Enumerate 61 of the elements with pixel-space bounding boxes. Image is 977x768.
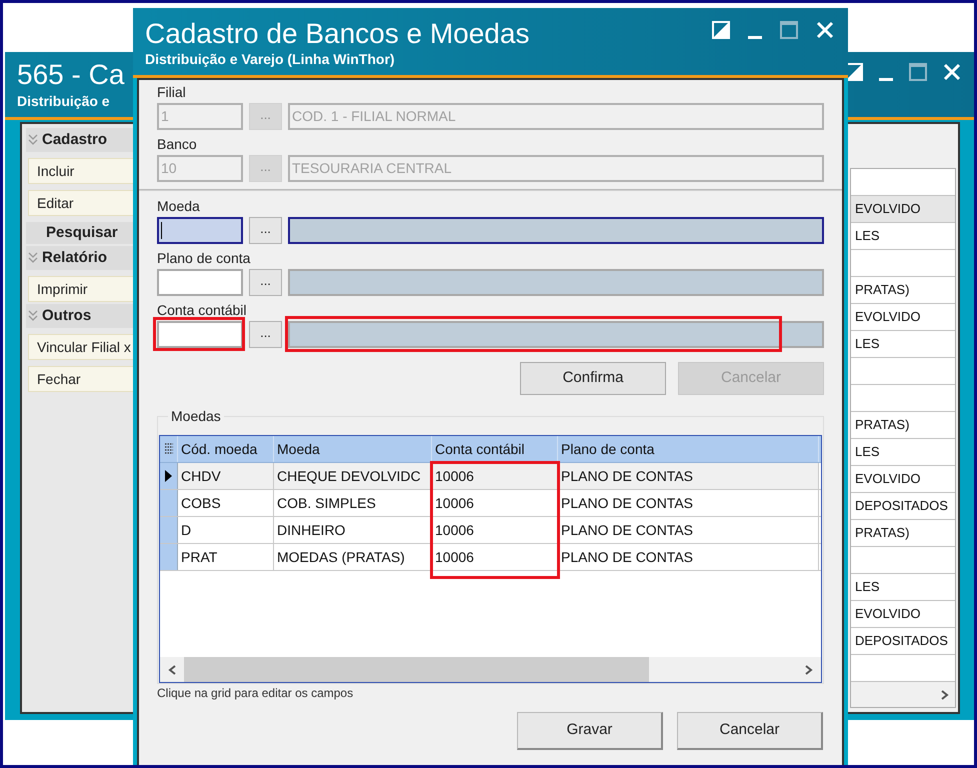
table-cell: CHDV: [178, 463, 274, 489]
grid-cell: EVOLVIDO: [851, 196, 955, 223]
column-header[interactable]: Cód. moeda: [178, 436, 274, 462]
close-icon: [943, 63, 961, 81]
action-button[interactable]: Cancelar: [677, 712, 823, 750]
lookup-button[interactable]: ...: [249, 269, 282, 296]
restore-icon: [845, 63, 863, 81]
input-field[interactable]: [157, 269, 243, 296]
scroll-left-icon: [168, 664, 176, 674]
input-field[interactable]: [157, 217, 243, 244]
column-header[interactable]: Conta contábil: [432, 436, 558, 462]
text-cursor: [161, 222, 162, 239]
field-label: Moeda: [157, 197, 201, 215]
sidebar-item[interactable]: Vincular Filial x: [28, 334, 135, 360]
maximize-icon: [909, 63, 927, 81]
close-icon: [816, 21, 834, 39]
description-field: COD. 1 - FILIAL NORMAL: [288, 103, 824, 130]
input-field: 1: [157, 103, 243, 130]
chevron-icon: [26, 251, 40, 265]
input-field: 10: [157, 155, 243, 182]
table-cell: PLANO DE CONTAS: [558, 463, 819, 489]
row-indicator[interactable]: [160, 463, 178, 489]
column-header[interactable]: Moeda: [274, 436, 432, 462]
window-title: 565 - Ca: [17, 58, 124, 92]
description-field: TESOURARIA CENTRAL: [288, 155, 824, 182]
window-subtitle: Distribuição e: [17, 92, 110, 110]
field-label: Plano de conta: [157, 249, 252, 267]
sidebar-group-header[interactable]: Outros: [26, 304, 135, 328]
column-header[interactable]: Plano de conta: [558, 436, 819, 462]
sidebar-item[interactable]: Editar: [28, 190, 135, 216]
horizontal-scrollbar[interactable]: [160, 657, 821, 682]
lookup-button[interactable]: ...: [249, 321, 282, 348]
chevron-icon: [26, 309, 40, 323]
sidebar-item[interactable]: Imprimir: [28, 276, 135, 302]
sidebar-group-header[interactable]: Relatório: [26, 246, 135, 270]
minimize-icon: [748, 36, 762, 39]
action-button[interactable]: Gravar: [517, 712, 663, 750]
minimize-icon: [879, 78, 893, 81]
action-button[interactable]: Confirma: [520, 362, 666, 395]
table-cell: 10006: [432, 463, 558, 489]
lookup-button[interactable]: ...: [249, 217, 282, 244]
field-label: Filial: [157, 83, 187, 101]
dialog-title: Cadastro de Bancos e Moedas: [145, 18, 530, 50]
table-cell: CHEQUE DEVOLVIDC: [274, 463, 432, 489]
sidebar-item[interactable]: Incluir: [28, 158, 135, 184]
hint-text: Clique na grid para editar os campos: [157, 686, 354, 700]
sidebar-group-header[interactable]: Cadastro: [26, 128, 135, 152]
restore-icon: [712, 21, 730, 39]
sidebar-item[interactable]: Fechar: [28, 366, 135, 392]
horizontal-scrollbar[interactable]: [851, 682, 955, 707]
chevron-icon: [26, 133, 40, 147]
scroll-right-icon: [941, 690, 949, 700]
maximize-icon: [780, 21, 798, 39]
dialog-subtitle: Distribuição e Varejo (Linha WinThor): [145, 50, 395, 68]
field-label: Conta contábil: [157, 301, 248, 319]
sidebar-action[interactable]: Pesquisar: [26, 222, 135, 244]
scroll-right-icon: [805, 664, 813, 674]
current-row-icon: [165, 470, 172, 482]
field-label: Banco: [157, 135, 198, 153]
action-button: Cancelar: [678, 362, 824, 395]
scrollbar-thumb[interactable]: [184, 657, 649, 682]
